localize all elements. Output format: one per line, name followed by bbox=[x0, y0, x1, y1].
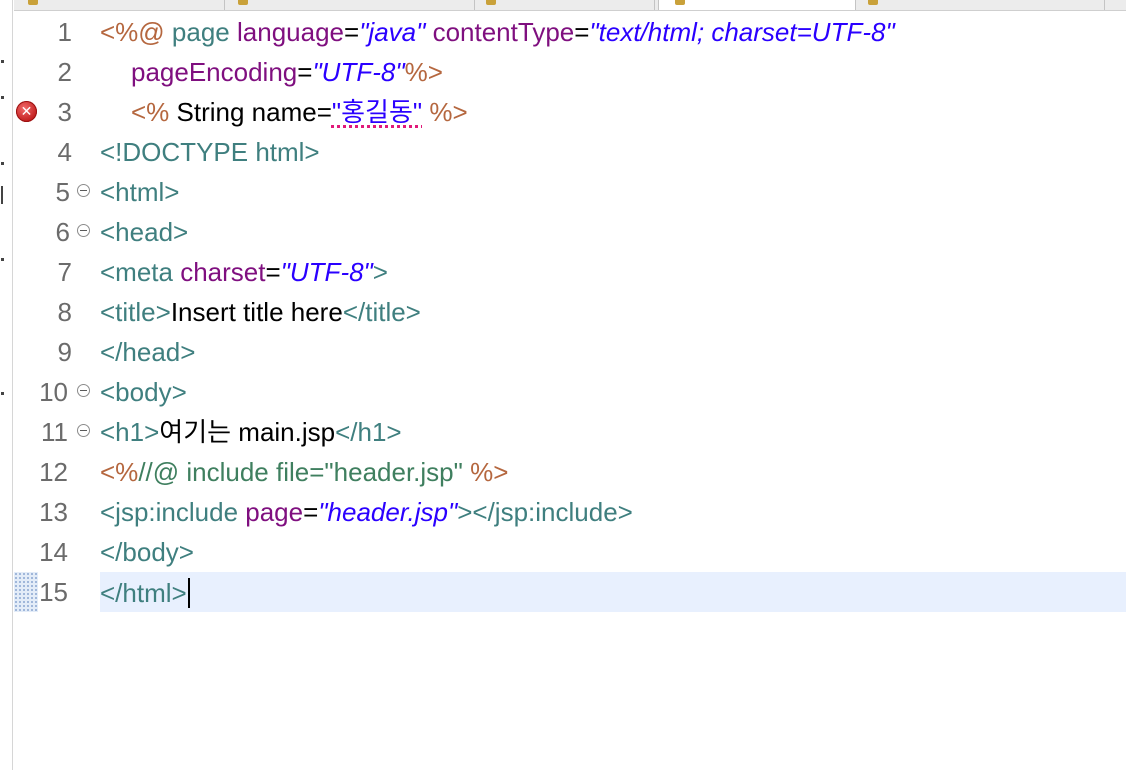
code-line[interactable]: 5 <html> bbox=[0, 172, 1126, 212]
code-token: "java" bbox=[359, 17, 426, 47]
code-token: //@ include file="header.jsp" bbox=[138, 457, 471, 487]
line-number: 8 bbox=[57, 297, 72, 327]
error-underlined-string: "홍길동" bbox=[331, 97, 423, 127]
code-token: <%@ bbox=[100, 17, 172, 47]
code-text[interactable]: </html> bbox=[100, 578, 190, 608]
code-token: <% bbox=[100, 457, 139, 487]
code-token: <jsp:include bbox=[100, 497, 246, 527]
fold-collapse-icon[interactable] bbox=[77, 184, 90, 197]
code-token: language bbox=[237, 17, 344, 47]
code-text[interactable]: </head> bbox=[100, 338, 195, 366]
code-text[interactable]: <title>Insert title here</title> bbox=[100, 298, 421, 326]
code-token: String name= bbox=[176, 97, 332, 127]
line-number: 1 bbox=[57, 17, 72, 47]
code-text[interactable]: <% String name="홍길동" %> bbox=[131, 98, 468, 126]
code-token: </title> bbox=[342, 297, 421, 327]
line-number: 4 bbox=[57, 137, 72, 167]
current-line-highlight bbox=[100, 572, 1126, 612]
code-token: </h1> bbox=[335, 417, 402, 447]
code-token: </html> bbox=[100, 578, 187, 608]
code-text[interactable]: <%//@ include file="header.jsp" %> bbox=[100, 458, 508, 486]
code-token: pageEncoding bbox=[131, 57, 298, 87]
line-number: 6 bbox=[55, 217, 70, 247]
code-token: <meta bbox=[100, 257, 181, 287]
code-token: %> bbox=[404, 57, 443, 87]
code-line[interactable]: 8 <title>Insert title here</title> bbox=[0, 292, 1126, 332]
line-number: 3 bbox=[57, 97, 72, 127]
code-token: <body> bbox=[100, 377, 187, 407]
code-text[interactable]: </body> bbox=[100, 538, 194, 566]
code-line[interactable]: 10 <body> bbox=[0, 372, 1126, 412]
code-token: <% bbox=[131, 97, 177, 127]
code-line-current[interactable]: 15 </html> bbox=[0, 572, 1126, 612]
code-token: ></jsp:include> bbox=[457, 497, 633, 527]
jsp-editor-window: 1 <%@ page language="java" contentType="… bbox=[0, 0, 1126, 770]
code-token: page bbox=[171, 17, 237, 47]
line-number: 5 bbox=[55, 177, 70, 207]
code-line[interactable]: 14 </body> bbox=[0, 532, 1126, 572]
code-editor[interactable]: 1 <%@ page language="java" contentType="… bbox=[0, 0, 1126, 770]
code-token: page bbox=[245, 497, 304, 527]
code-token: = bbox=[297, 57, 313, 87]
line-number: 9 bbox=[57, 337, 72, 367]
code-token: charset bbox=[180, 257, 266, 287]
code-line[interactable]: 1 <%@ page language="java" contentType="… bbox=[0, 12, 1126, 52]
code-line[interactable]: 2 pageEncoding="UTF-8"%> bbox=[0, 52, 1126, 92]
code-line[interactable]: 9 </head> bbox=[0, 332, 1126, 372]
code-line[interactable]: ✕ 3 <% String name="홍길동" %> bbox=[0, 92, 1126, 132]
line-number: 12 bbox=[39, 457, 68, 487]
code-token: <h1> bbox=[100, 417, 160, 447]
code-text[interactable]: <meta charset="UTF-8"> bbox=[100, 258, 388, 286]
code-token: "header.jsp" bbox=[318, 497, 458, 527]
code-line[interactable]: 6 <head> bbox=[0, 212, 1126, 252]
line-number: 14 bbox=[39, 537, 68, 567]
line-number: 2 bbox=[57, 57, 72, 87]
code-token: = bbox=[265, 257, 281, 287]
code-token: "UTF-8" bbox=[280, 257, 373, 287]
code-token: > bbox=[372, 257, 388, 287]
code-token: = bbox=[574, 17, 590, 47]
line-number: 7 bbox=[57, 257, 72, 287]
code-line[interactable]: 12 <%//@ include file="header.jsp" %> bbox=[0, 452, 1126, 492]
code-token: </head> bbox=[100, 337, 196, 367]
code-text[interactable]: <%@ page language="java" contentType="te… bbox=[100, 18, 895, 46]
code-token: Insert title here bbox=[170, 297, 343, 327]
code-text[interactable]: <!DOCTYPE html> bbox=[100, 138, 320, 166]
code-token: <!DOCTYPE html> bbox=[100, 137, 320, 167]
code-token: <html> bbox=[100, 177, 180, 207]
code-text[interactable]: <html> bbox=[100, 178, 180, 206]
code-token: contentType bbox=[432, 17, 575, 47]
text-caret bbox=[187, 578, 190, 608]
code-text[interactable]: <head> bbox=[100, 218, 188, 246]
code-line[interactable]: 4 <!DOCTYPE html> bbox=[0, 132, 1126, 172]
line-number: 13 bbox=[39, 497, 68, 527]
code-token: <title> bbox=[100, 297, 171, 327]
line-number: 15 bbox=[39, 577, 68, 607]
code-token: %> bbox=[470, 457, 509, 487]
line-number: 10 bbox=[39, 377, 68, 407]
code-line[interactable]: 13 <jsp:include page="header.jsp"></jsp:… bbox=[0, 492, 1126, 532]
code-token: "UTF-8" bbox=[312, 57, 405, 87]
line-number: 11 bbox=[41, 417, 68, 447]
code-line[interactable]: 7 <meta charset="UTF-8"> bbox=[0, 252, 1126, 292]
code-text[interactable]: <body> bbox=[100, 378, 187, 406]
code-token: </body> bbox=[100, 537, 194, 567]
code-token: = bbox=[344, 17, 360, 47]
code-token: <head> bbox=[100, 217, 189, 247]
code-token: = bbox=[303, 497, 319, 527]
code-token: "text/html; charset=UTF-8" bbox=[589, 17, 895, 47]
code-line[interactable]: 11 <h1>여기는 main.jsp</h1> bbox=[0, 412, 1126, 452]
code-text[interactable]: <h1>여기는 main.jsp</h1> bbox=[100, 418, 402, 446]
code-text[interactable]: <jsp:include page="header.jsp"></jsp:inc… bbox=[100, 498, 633, 526]
fold-collapse-icon[interactable] bbox=[77, 384, 90, 397]
code-token: %> bbox=[422, 97, 468, 127]
code-text[interactable]: pageEncoding="UTF-8"%> bbox=[131, 58, 443, 86]
fold-collapse-icon[interactable] bbox=[77, 224, 90, 237]
code-token: 여기는 main.jsp bbox=[159, 417, 336, 447]
fold-collapse-icon[interactable] bbox=[77, 424, 90, 437]
